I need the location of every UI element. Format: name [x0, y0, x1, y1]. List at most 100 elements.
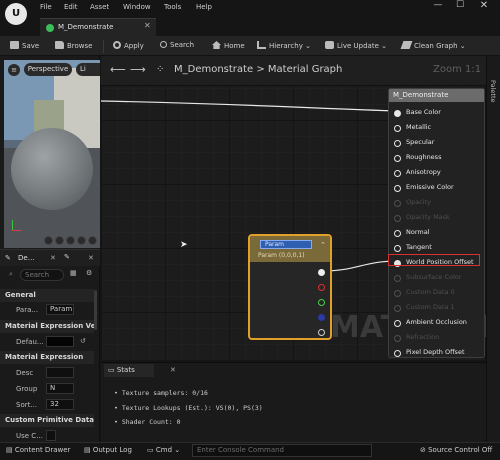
section-custom-primitive-data[interactable]: Custom Primitive Data [0, 414, 94, 427]
grid-view-icon[interactable]: ▦ [70, 269, 77, 277]
forward-arrow-icon[interactable]: ⟶ [130, 63, 146, 76]
result-pin-15[interactable] [394, 335, 401, 342]
close-tab-icon[interactable]: ✕ [144, 21, 151, 30]
menu-asset[interactable]: Asset [90, 3, 109, 11]
details-search-input[interactable]: Search [20, 269, 64, 281]
console-command-input[interactable]: Enter Console Command [192, 444, 372, 457]
clean-graph-button[interactable]: Clean Graph ⌄ [400, 41, 466, 50]
result-pin-label: Custom Data 1 [406, 303, 455, 311]
preview-plane-icon[interactable] [66, 236, 75, 245]
result-pin-6[interactable] [394, 200, 401, 207]
result-pin-14[interactable] [394, 320, 401, 327]
maximize-button[interactable]: ☐ [450, 0, 470, 14]
param-name-field[interactable]: Param [46, 304, 74, 315]
browse-button[interactable]: Browse [55, 41, 93, 50]
result-pin-label: Base Color [406, 108, 441, 116]
section-material-expression-vector[interactable]: Material Expression Vecto [0, 320, 94, 333]
back-arrow-icon[interactable]: ⟵ [110, 63, 126, 76]
result-pin-5[interactable] [394, 185, 401, 192]
result-pin-11[interactable] [394, 275, 401, 282]
apply-button[interactable]: Apply [113, 41, 144, 50]
result-pin-1[interactable] [394, 125, 401, 132]
result-pin-4[interactable] [394, 170, 401, 177]
close-window-button[interactable]: ✕ [474, 0, 494, 14]
output-r-pin[interactable] [318, 284, 325, 291]
search-button[interactable]: Search [160, 41, 194, 49]
unreal-logo-icon[interactable]: U [5, 3, 27, 25]
param-node[interactable]: Param ⌃ Param (0,0,0,1) [248, 234, 332, 340]
content-drawer-label: Content Drawer [14, 446, 71, 454]
result-pin-12[interactable] [394, 290, 401, 297]
breadcrumb-leaf[interactable]: Material Graph [268, 64, 342, 75]
material-result-node[interactable]: M_Demonstrate Base Color Metallic Specular… [388, 88, 485, 358]
reset-icon[interactable]: ↺ [80, 337, 86, 345]
close-stats-icon[interactable]: ✕ [170, 366, 176, 374]
result-pin-8[interactable] [394, 230, 401, 237]
default-value-label: Defau... [16, 338, 44, 346]
menu-edit[interactable]: Edit [64, 3, 78, 11]
search-label: Search [170, 41, 195, 49]
lit-mode-button[interactable]: Li [76, 63, 100, 76]
zoom-level: Zoom 1:1 [433, 64, 482, 75]
output-b-pin[interactable] [318, 314, 325, 321]
result-pin-0[interactable] [394, 110, 401, 117]
world-position-offset-highlight [388, 254, 480, 266]
sort-priority-field[interactable]: 32 [46, 399, 74, 410]
result-pin-label: Custom Data 0 [406, 288, 455, 296]
viewport-menu-button[interactable]: ≡ [8, 64, 20, 76]
tab-label: M_Demonstrate [58, 23, 114, 31]
group-field[interactable]: N [46, 383, 74, 394]
hierarchy-icon [257, 41, 266, 49]
menu-window[interactable]: Window [123, 3, 151, 11]
cmd-dropdown[interactable]: ▭ Cmd ⌄ [147, 446, 180, 454]
details-tab-2-icon[interactable]: ✎ [64, 253, 70, 261]
home-button[interactable]: Home [212, 41, 245, 50]
source-control-button[interactable]: ⊘ Source Control Off [420, 446, 492, 454]
menu-file[interactable]: File [40, 3, 52, 11]
cmd-label: Cmd [155, 446, 173, 454]
result-pin-2[interactable] [394, 140, 401, 147]
section-material-expression[interactable]: Material Expression [0, 351, 94, 364]
param-name-edit[interactable]: Param [260, 240, 312, 249]
preview-mesh-icon[interactable] [88, 236, 97, 245]
result-pin-9[interactable] [394, 245, 401, 252]
graph-menu-icon[interactable]: ⁘ [156, 64, 164, 75]
menu-help[interactable]: Help [196, 3, 212, 11]
preview-cube-icon[interactable] [77, 236, 86, 245]
details-tab[interactable]: ✎ De… ✕ ✎ ✕ [0, 249, 100, 266]
result-pin-3[interactable] [394, 155, 401, 162]
content-drawer-button[interactable]: ▤ Content Drawer [6, 446, 70, 454]
default-color-swatch[interactable] [46, 336, 74, 347]
use-custom-checkbox[interactable] [46, 430, 56, 441]
section-general[interactable]: General [0, 289, 94, 302]
preview-sphere-icon[interactable] [55, 236, 64, 245]
result-pin-13[interactable] [394, 305, 401, 312]
collapse-icon[interactable]: ⌃ [320, 241, 326, 249]
preview-viewport[interactable] [4, 60, 100, 248]
minimize-button[interactable]: — [428, 0, 448, 14]
output-a-pin[interactable] [318, 329, 325, 336]
preview-cylinder-icon[interactable] [44, 236, 53, 245]
desc-field[interactable] [46, 367, 74, 378]
settings-icon[interactable]: ⚙ [86, 269, 92, 277]
breadcrumb-root[interactable]: M_Demonstrate [174, 64, 253, 75]
close-details-icon[interactable]: ✕ [50, 254, 56, 262]
live-update-button[interactable]: Live Update ⌄ [325, 41, 387, 50]
palette-panel[interactable] [486, 56, 500, 442]
save-button[interactable]: Save [10, 41, 39, 50]
hierarchy-button[interactable]: Hierarchy ⌄ [257, 41, 311, 50]
output-log-button[interactable]: ▤ Output Log [84, 446, 132, 454]
result-pin-7[interactable] [394, 215, 401, 222]
drawer-icon: ▤ [6, 446, 13, 454]
stats-tab[interactable]: ▭ Stats [104, 364, 154, 377]
result-pin-16[interactable] [394, 350, 401, 357]
output-rgba-pin[interactable] [318, 269, 325, 276]
menu-tools[interactable]: Tools [164, 3, 181, 11]
output-g-pin[interactable] [318, 299, 325, 306]
material-icon [46, 24, 54, 32]
perspective-button[interactable]: Perspective [24, 63, 72, 76]
details-scrollbar[interactable] [94, 290, 97, 330]
palette-label[interactable]: Palette [489, 80, 497, 103]
close-details-2-icon[interactable]: ✕ [88, 254, 94, 262]
tab-m-demonstrate[interactable]: M_Demonstrate ✕ [40, 18, 156, 36]
